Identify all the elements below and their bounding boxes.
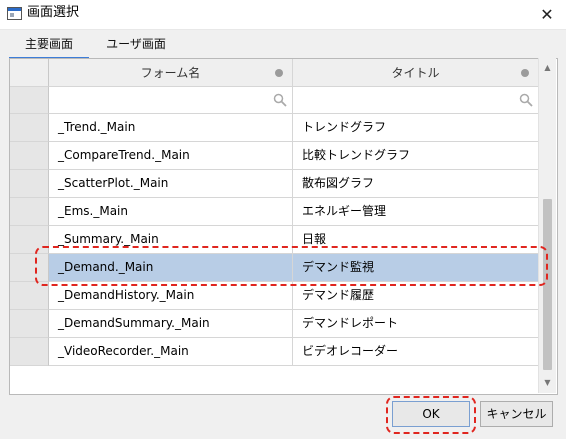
- cell-title[interactable]: デマンド履歴: [293, 282, 539, 310]
- tab-main-screens[interactable]: 主要画面: [9, 34, 89, 60]
- cell-title[interactable]: エネルギー管理: [293, 198, 539, 226]
- scroll-up-icon[interactable]: ▲: [539, 60, 556, 76]
- form-grid: フォーム名 タイトル _Trend._Main トレンドグラフ _Compare…: [9, 58, 558, 395]
- cell-form-name[interactable]: _DemandHistory._Main: [49, 282, 293, 310]
- row-header[interactable]: [10, 142, 49, 170]
- tab-user-screens[interactable]: ユーザ画面: [89, 34, 183, 57]
- window-title: 画面選択: [27, 5, 80, 20]
- search-icon: [273, 93, 287, 107]
- table-row[interactable]: _ScatterPlot._Main 散布図グラフ: [10, 170, 539, 198]
- search-icon: [519, 93, 533, 107]
- table-row[interactable]: _Trend._Main トレンドグラフ: [10, 114, 539, 142]
- cell-title[interactable]: 比較トレンドグラフ: [293, 142, 539, 170]
- table-row[interactable]: _VideoRecorder._Main ビデオレコーダー: [10, 338, 539, 366]
- row-header[interactable]: [10, 338, 49, 366]
- cell-form-name[interactable]: _DemandSummary._Main: [49, 310, 293, 338]
- cancel-button[interactable]: キャンセル: [480, 401, 553, 427]
- sort-indicator-icon[interactable]: [275, 69, 283, 77]
- row-header-corner: [10, 59, 49, 87]
- cell-form-name[interactable]: _Ems._Main: [49, 198, 293, 226]
- cell-title[interactable]: 散布図グラフ: [293, 170, 539, 198]
- filter-input-form-name[interactable]: [49, 87, 293, 114]
- selected-row-highlight: [35, 246, 548, 286]
- close-button[interactable]: ✕: [528, 0, 566, 29]
- header-row: フォーム名 タイトル: [10, 59, 539, 87]
- column-header-form-name[interactable]: フォーム名: [49, 59, 293, 87]
- scroll-down-icon[interactable]: ▼: [539, 375, 556, 391]
- column-header-title[interactable]: タイトル: [293, 59, 539, 87]
- row-header[interactable]: [10, 198, 49, 226]
- table-row[interactable]: _Ems._Main エネルギー管理: [10, 198, 539, 226]
- filter-input-title[interactable]: [293, 87, 539, 114]
- window-icon: [7, 7, 22, 20]
- cell-form-name[interactable]: _VideoRecorder._Main: [49, 338, 293, 366]
- ok-button-highlight: [386, 396, 476, 434]
- row-header[interactable]: [10, 170, 49, 198]
- row-header[interactable]: [10, 310, 49, 338]
- cell-title[interactable]: デマンドレポート: [293, 310, 539, 338]
- cell-form-name[interactable]: _Trend._Main: [49, 114, 293, 142]
- cell-form-name[interactable]: _ScatterPlot._Main: [49, 170, 293, 198]
- row-header: [10, 87, 49, 114]
- row-header[interactable]: [10, 114, 49, 142]
- table-row[interactable]: _CompareTrend._Main 比較トレンドグラフ: [10, 142, 539, 170]
- cell-form-name[interactable]: _CompareTrend._Main: [49, 142, 293, 170]
- cell-title[interactable]: トレンドグラフ: [293, 114, 539, 142]
- cell-title[interactable]: ビデオレコーダー: [293, 338, 539, 366]
- table-row[interactable]: _DemandHistory._Main デマンド履歴: [10, 282, 539, 310]
- filter-row: [10, 87, 539, 114]
- row-header[interactable]: [10, 282, 49, 310]
- sort-indicator-icon[interactable]: [521, 69, 529, 77]
- title-bar: 画面選択 ✕: [0, 0, 566, 30]
- table-row[interactable]: _DemandSummary._Main デマンドレポート: [10, 310, 539, 338]
- vertical-scrollbar[interactable]: ▲ ▼: [538, 58, 556, 393]
